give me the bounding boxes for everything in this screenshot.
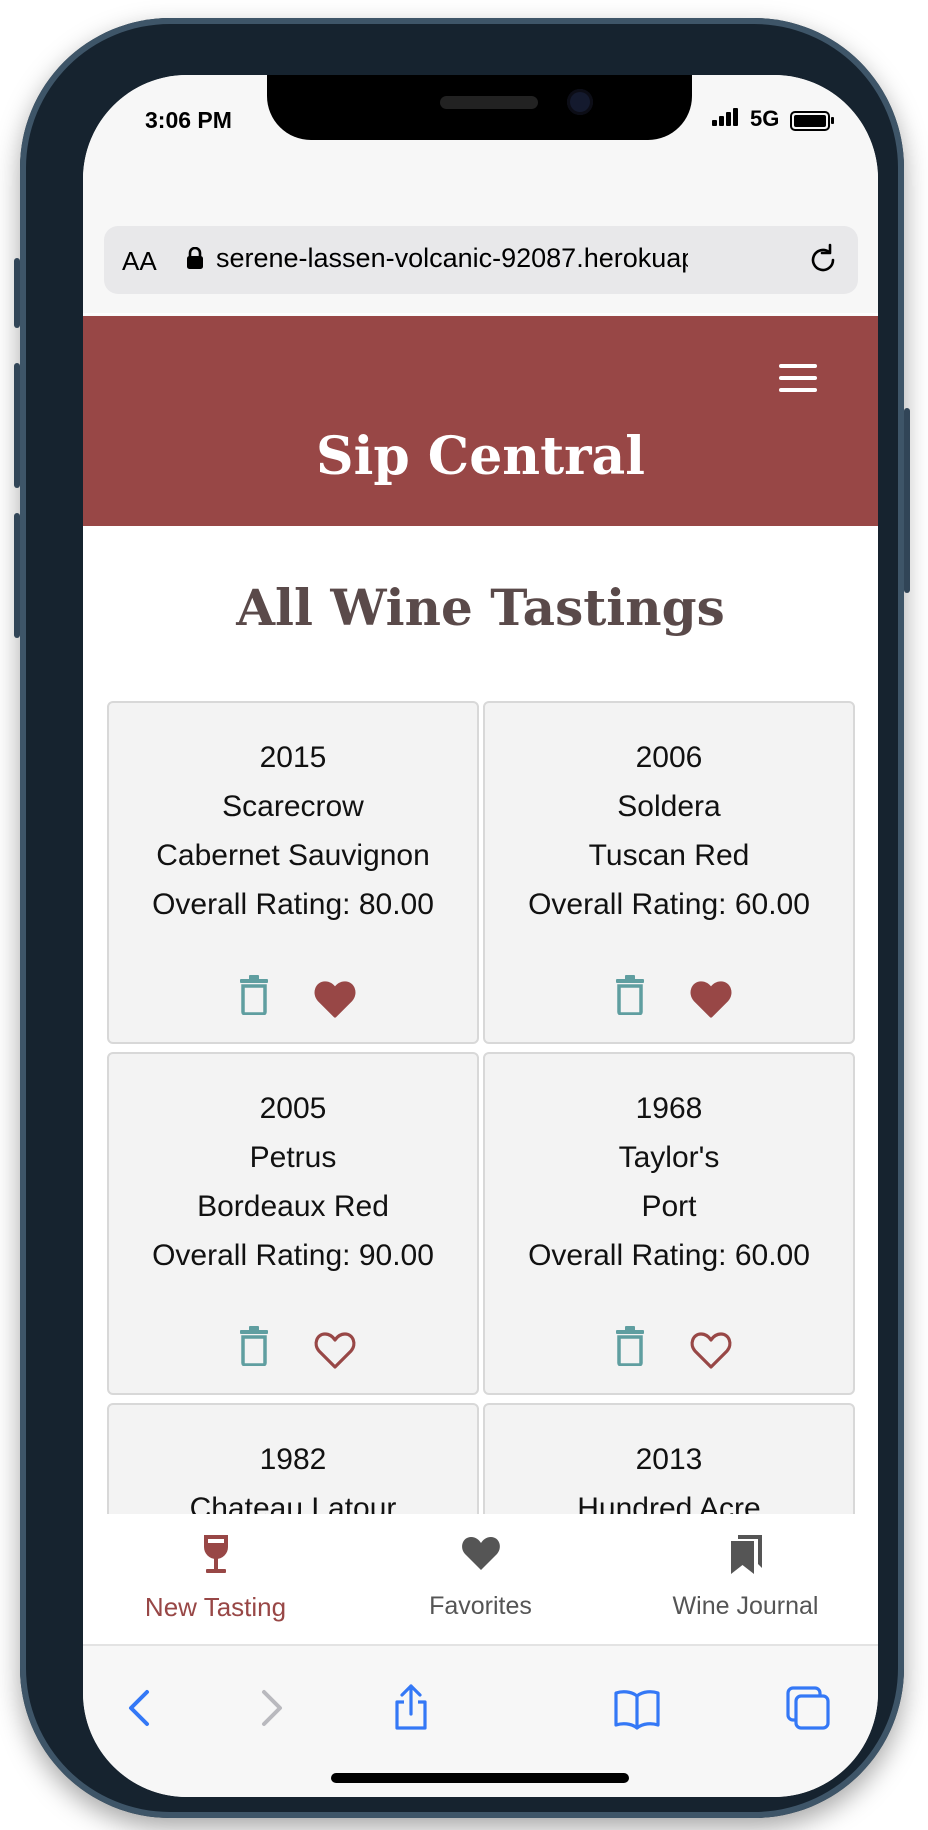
lock-icon: [187, 247, 203, 269]
tab-label: Wine Journal: [672, 1592, 819, 1620]
tasting-producer: Soldera: [617, 790, 721, 823]
tasting-year: 2005: [259, 1092, 327, 1125]
tasting-year: 1968: [635, 1092, 703, 1125]
volume-down-button: [14, 513, 20, 638]
tab-wine-journal[interactable]: Wine Journal: [613, 1514, 878, 1642]
menu-icon[interactable]: [779, 364, 817, 394]
tasting-rating: Overall Rating: 60.00: [528, 1239, 810, 1272]
forward-icon[interactable]: [246, 1684, 294, 1732]
main-content[interactable]: All Wine Tastings 2015 Scarecrow Cabernet …: [83, 526, 878, 1572]
front-camera: [567, 89, 593, 115]
tasting-rating: Overall Rating: 80.00: [152, 888, 434, 921]
card-actions: [109, 975, 477, 1019]
tasting-wine: Port: [641, 1190, 697, 1223]
reader-settings-button[interactable]: AA: [122, 246, 157, 277]
url-text[interactable]: serene-lassen-volcanic-92087.herokuapp: [216, 243, 688, 274]
home-indicator: [331, 1773, 629, 1783]
power-button: [904, 408, 910, 593]
tasting-wine: Tuscan Red: [588, 839, 750, 872]
volume-up-button: [14, 363, 20, 488]
status-time: 3:06 PM: [145, 107, 232, 133]
tasting-wine: Bordeaux Red: [197, 1190, 389, 1223]
tasting-year: 2015: [259, 741, 327, 774]
reload-icon[interactable]: [805, 242, 841, 278]
heart-filled-icon[interactable]: [313, 979, 357, 1019]
network-type: 5G: [750, 106, 780, 131]
bottom-tab-bar: New Tasting Favorites Wine Journal: [83, 1514, 878, 1646]
card-actions: [485, 1326, 853, 1370]
tasting-card[interactable]: 2006 Soldera Tuscan Red Overall Rating: 60.…: [483, 701, 855, 1044]
wine-glass-icon: [203, 1535, 228, 1573]
page-title: All Wine Tastings: [236, 578, 725, 637]
tasting-year: 2013: [635, 1443, 703, 1476]
tasting-year: 1982: [259, 1443, 327, 1476]
heart-filled-icon[interactable]: [689, 979, 733, 1019]
trash-icon[interactable]: [239, 1326, 269, 1366]
back-icon[interactable]: [117, 1684, 165, 1732]
speaker-grille: [440, 96, 538, 109]
notch: [267, 75, 692, 140]
silent-switch: [14, 258, 20, 328]
tasting-year: 2006: [635, 741, 703, 774]
tabs-icon[interactable]: [784, 1684, 832, 1732]
tasting-card[interactable]: 2005 Petrus Bordeaux Red Overall Rating: 90…: [107, 1052, 479, 1395]
trash-icon[interactable]: [615, 1326, 645, 1366]
battery-icon: [790, 111, 834, 131]
tasting-producer: Scarecrow: [222, 790, 364, 823]
app-header: Sip Central: [83, 316, 878, 526]
phone-frame: 3:06 PM 5G AA serene-lassen-volcanic-920…: [14, 18, 910, 1818]
tasting-rating: Overall Rating: 60.00: [528, 888, 810, 921]
browser-address-area: AA serene-lassen-volcanic-92087.herokuap…: [83, 163, 878, 313]
heart-outline-icon[interactable]: [689, 1330, 733, 1370]
card-actions: [109, 1326, 477, 1370]
tab-label: New Tasting: [144, 1592, 287, 1622]
bookmarks-book-icon[interactable]: [613, 1684, 661, 1732]
tab-new-tasting[interactable]: New Tasting: [83, 1514, 348, 1642]
trash-icon[interactable]: [239, 975, 269, 1015]
trash-icon[interactable]: [615, 975, 645, 1015]
cellular-signal-icon: [712, 108, 739, 126]
tasting-card[interactable]: 1968 Taylor's Port Overall Rating: 60.00: [483, 1052, 855, 1395]
card-actions: [485, 975, 853, 1019]
tasting-card[interactable]: 2015 Scarecrow Cabernet Sauvignon Overall R…: [107, 701, 479, 1044]
tasting-producer: Taylor's: [618, 1141, 720, 1174]
tab-label: Favorites: [429, 1592, 532, 1620]
bookmarks-icon: [730, 1535, 762, 1574]
address-bar[interactable]: AA serene-lassen-volcanic-92087.herokuap…: [104, 226, 858, 294]
tasting-wine: Cabernet Sauvignon: [156, 839, 430, 872]
tasting-rating: Overall Rating: 90.00: [152, 1239, 434, 1272]
heart-icon: [461, 1537, 500, 1570]
share-icon[interactable]: [387, 1684, 435, 1732]
app-title: Sip Central: [316, 426, 645, 487]
tab-favorites[interactable]: Favorites: [348, 1514, 613, 1642]
phone-screen: 3:06 PM 5G AA serene-lassen-volcanic-920…: [83, 75, 878, 1797]
heart-outline-icon[interactable]: [313, 1330, 357, 1370]
tasting-grid: 2015 Scarecrow Cabernet Sauvignon Overall R…: [107, 701, 855, 1572]
tasting-producer: Petrus: [249, 1141, 337, 1174]
